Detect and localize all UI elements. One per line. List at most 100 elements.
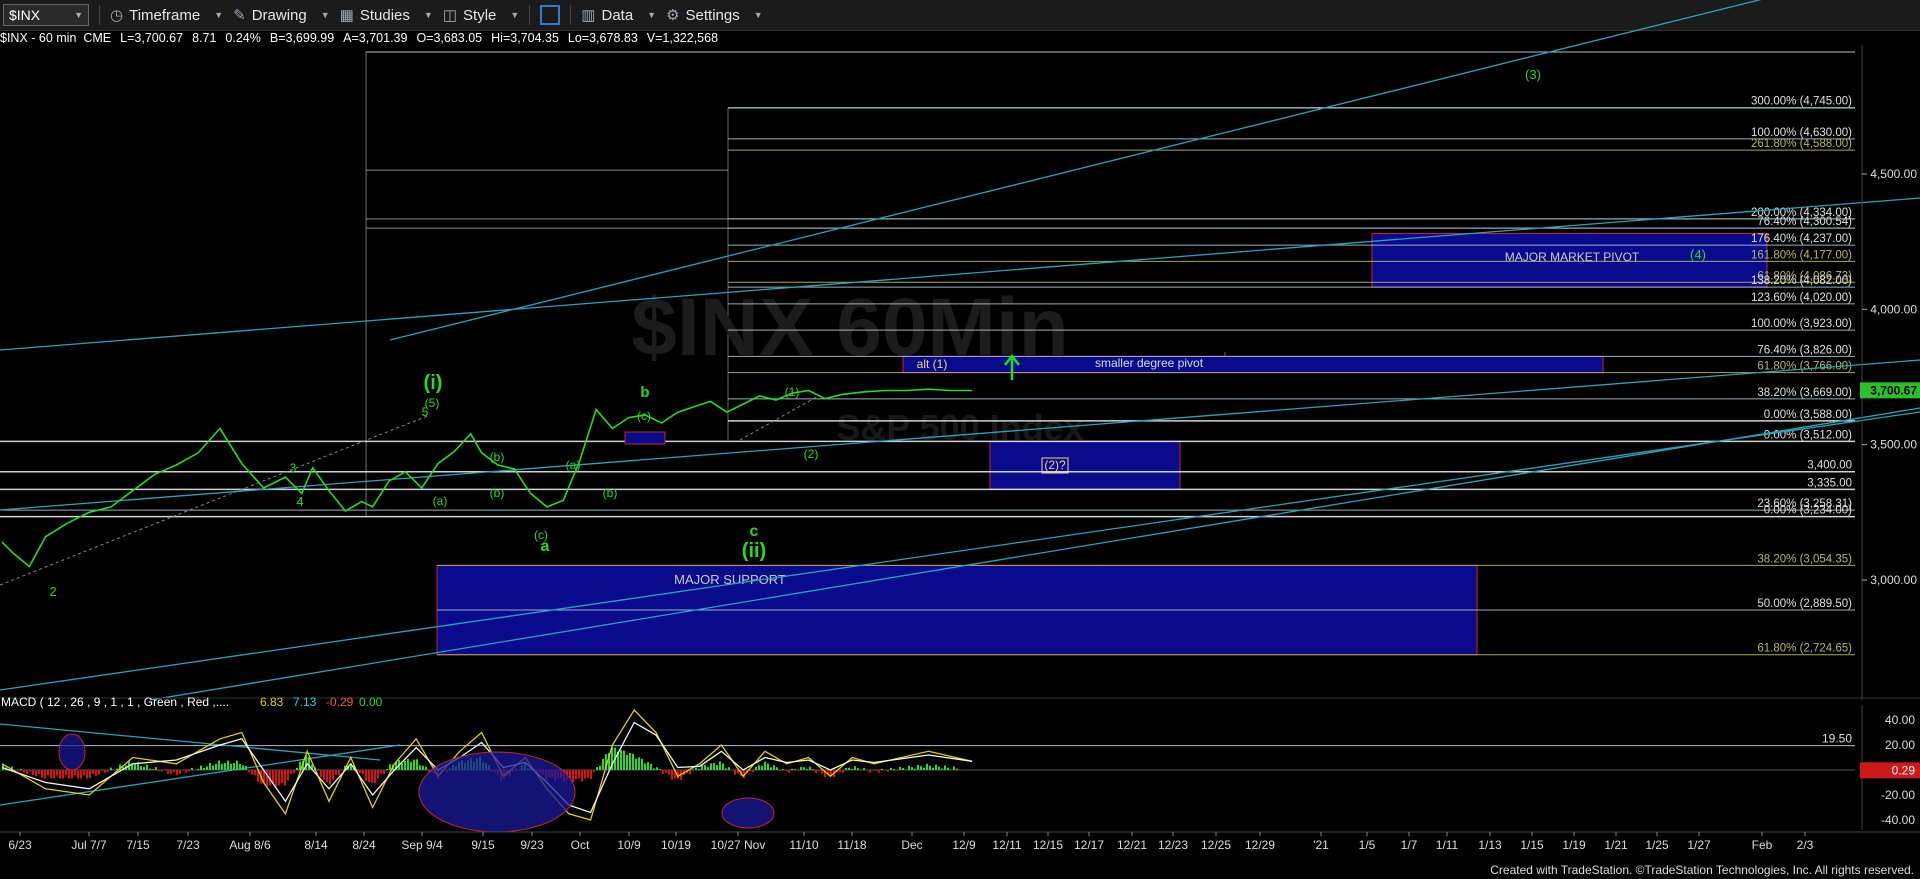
macd-histogram-bar [932,767,934,770]
macd-histogram-bar [278,770,280,786]
macd-level-label: 19.50 [1822,732,1852,746]
macd-histogram-bar [716,765,718,770]
macd-histogram-bar [755,766,757,770]
macd-histogram-bar [710,763,712,770]
macd-histogram-bar [902,768,904,770]
macd-histogram-bar [53,770,55,779]
macd-histogram-bar [719,761,721,770]
macd-histogram-bar [713,763,715,770]
macd-histogram-bar [71,770,73,779]
dashed-trendline [739,394,821,441]
macd-histogram-bar [92,770,94,774]
macd-histogram-bar [773,765,775,770]
time-axis-label: 1/21 [1604,838,1628,852]
time-axis-label: Feb [1752,838,1773,852]
macd-histogram-bar [20,769,22,770]
macd-histogram-bar [797,770,799,771]
price-axis-label: 3,500.00 [1870,438,1917,452]
macd-histogram-bar [947,767,949,770]
fib-level-label: 76.40% (3,826.00) [1757,344,1852,356]
macd-histogram-bar [89,770,91,778]
macd-histogram-bar [590,770,592,779]
macd-histogram-bar [362,770,364,775]
macd-histogram-bar [917,764,919,770]
macd-histogram-bar [914,768,916,770]
macd-histogram-bar [35,770,37,777]
fib-level-label: 76.40% (4,300.54) [1757,216,1852,228]
macd-histogram-bar [818,770,820,772]
macd-histogram-bar [242,765,244,770]
fib-level-label: 100.00% (3,923.00) [1751,318,1852,330]
macd-histogram-bar [359,770,361,774]
macd-histogram-bar [839,770,841,773]
macd-histogram-bar [785,770,787,771]
macd-histogram-bar [98,770,100,775]
macd-histogram-bar [425,766,427,770]
macd-value: 0.00 [359,695,383,709]
macd-histogram-bar [596,767,598,770]
macd-histogram-bar [602,758,604,770]
chart-canvas[interactable]: $INX 60Min S&P 500 Index MAJOR MARKET PI… [0,0,1920,879]
macd-histogram-bar [218,760,220,770]
macd-histogram-bar [329,770,331,785]
macd-histogram-bar [698,768,700,770]
time-axis-label: 12/15 [1033,838,1063,852]
macd-histogram-bar [575,770,577,780]
macd-highlight-ellipse [418,751,576,833]
zone-label: smaller degree pivot [1095,356,1204,370]
time-axis-label: 10/27 Nov [711,838,766,852]
macd-histogram-bar [149,768,151,770]
wave-label: 2 [49,584,56,599]
macd-histogram-bar [959,770,961,771]
macd-histogram-bar [815,770,817,773]
macd-histogram-bar [248,770,250,773]
macd-histogram-bar [221,763,223,770]
macd-histogram-bar [584,770,586,779]
zone-box [989,440,1181,490]
macd-histogram-bar [41,770,43,778]
fib-level-label: 38.20% (3,054.35) [1757,553,1852,565]
macd-histogram-bar [389,764,391,770]
macd-histogram-bar [416,759,418,770]
macd-histogram-bar [911,767,913,770]
macd-histogram-bar [896,770,898,771]
macd-histogram-bar [656,767,658,770]
macd-histogram-bar [632,753,634,770]
macd-histogram-bar [908,765,910,770]
macd-histogram-bar [920,766,922,770]
macd-histogram-bar [770,767,772,770]
macd-histogram-bar [581,770,583,782]
time-axis-label: 8/24 [352,838,376,852]
time-axis-label: 6/23 [8,838,32,852]
macd-histogram-bar [341,770,343,771]
macd-histogram-bar [335,770,337,775]
macd-histogram-bar [893,769,895,770]
macd-value: -0.29 [326,695,354,709]
macd-histogram-bar [50,770,52,779]
macd-histogram-bar [413,759,415,770]
macd-histogram-bar [290,770,292,775]
macd-value: 6.83 [260,695,284,709]
macd-histogram-bar [140,766,142,770]
macd-axis-label: -20.00 [1881,788,1915,802]
macd-histogram-bar [104,770,106,773]
time-axis-label: 1/7 [1401,838,1418,852]
macd-histogram-bar [650,763,652,770]
wave-label: (c) [637,409,651,423]
wave-label: (ii) [742,540,766,562]
fib-level-label: 161.80% (4,177.00) [1751,249,1852,261]
fib-level-label: 261.80% (4,588.00) [1751,138,1852,150]
macd-histogram-bar [644,763,646,770]
macd-histogram-bar [197,768,199,770]
time-axis-label: 2/3 [1797,838,1814,852]
macd-histogram-bar [176,770,178,776]
macd-histogram-bar [386,769,388,770]
macd-histogram-bar [143,766,145,770]
macd-histogram-bar [665,770,667,773]
time-axis-label: 1/25 [1645,838,1669,852]
trend-channel-line [0,359,1920,511]
macd-histogram-bar [146,764,148,770]
macd-histogram-bar [410,761,412,770]
time-axis-label: 9/15 [471,838,495,852]
wave-label: (b) [490,486,505,500]
